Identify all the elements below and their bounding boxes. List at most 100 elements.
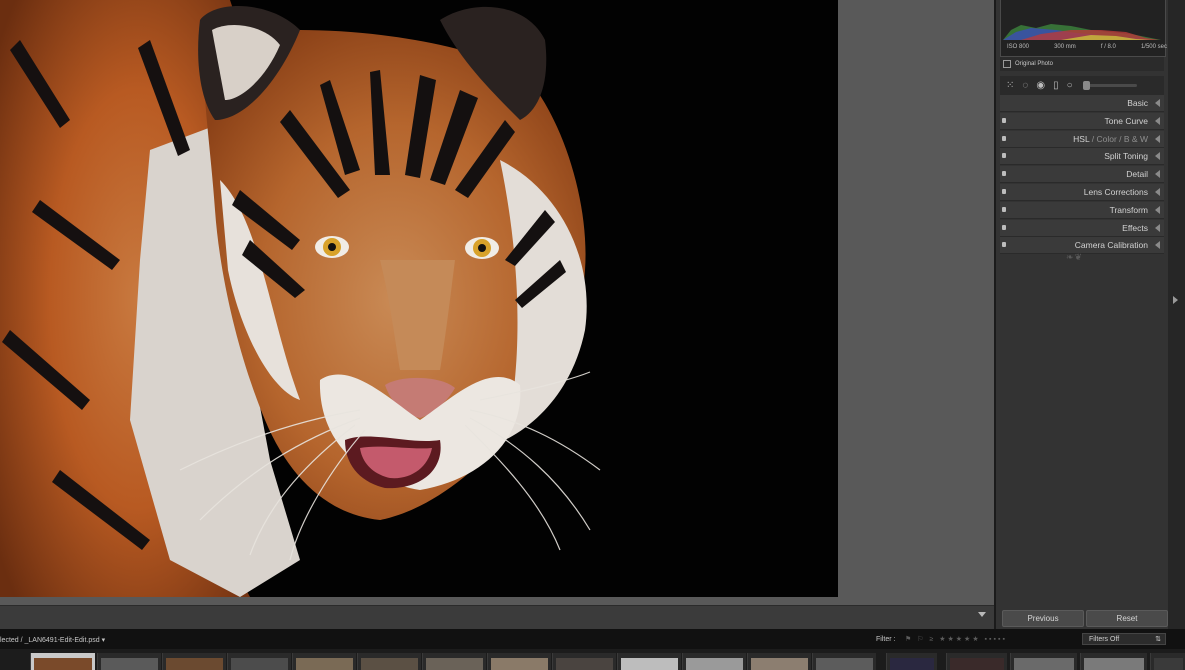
panel-switch-icon[interactable]	[1002, 153, 1006, 159]
collapse-triangle-icon[interactable]	[1155, 116, 1160, 125]
histogram-graph	[1003, 24, 1161, 40]
panel-effects-label: Effects	[1122, 222, 1148, 233]
filmstrip-thumbnail[interactable]	[682, 653, 746, 670]
panel-hsl[interactable]: HSL / Color / B & W	[1000, 130, 1164, 148]
reset-button[interactable]: Reset	[1086, 610, 1168, 627]
thumbnail-image	[751, 658, 808, 670]
hsl-separator: /	[1116, 133, 1124, 144]
thumbnail-image	[361, 658, 418, 670]
filmstrip-thumbnail[interactable]	[227, 653, 291, 670]
hsl-tab[interactable]: HSL	[1073, 134, 1089, 144]
filmstrip-thumbnail[interactable]	[617, 653, 681, 670]
collapse-triangle-icon[interactable]	[1155, 152, 1160, 161]
path-dropdown-icon[interactable]: ▾	[102, 637, 106, 644]
filmstrip-thumbnail[interactable]	[747, 653, 811, 670]
filmstrip-header: lected / _LAN6491-Edit-Edit.psd ▾ Filter…	[0, 629, 1185, 649]
filmstrip-thumbnail[interactable]	[30, 653, 95, 670]
collapse-triangle-icon[interactable]	[1155, 170, 1160, 179]
filmstrip-thumbnail[interactable]	[812, 653, 876, 670]
panel-split-toning[interactable]: Split Toning	[1000, 148, 1164, 166]
panel-switch-icon[interactable]	[1002, 117, 1006, 123]
thumbnail-image	[101, 658, 158, 670]
filmstrip-source-path[interactable]: lected / _LAN6491-Edit-Edit.psd ▾	[0, 636, 105, 644]
tiger-photo[interactable]	[0, 0, 838, 597]
thumbnail-image	[426, 658, 483, 670]
panel-lens-corrections-label: Lens Corrections	[1083, 186, 1148, 197]
panel-switch-icon[interactable]	[1002, 206, 1006, 212]
preview-area	[0, 0, 994, 605]
panel-switch-icon[interactable]	[1002, 188, 1006, 194]
filter-label: Filter :	[876, 636, 896, 643]
thumbnail-image	[816, 658, 873, 670]
histogram[interactable]: ISO 800 300 mm f / 8.0 1/500 sec	[1000, 0, 1167, 57]
shutter-value: 1/500 sec	[1140, 44, 1167, 50]
panel-switch-icon[interactable]	[1002, 171, 1006, 177]
thumbnail-image	[166, 658, 223, 670]
filmstrip-thumbnail[interactable]	[1080, 653, 1147, 670]
red-eye-icon[interactable]: ◉	[1036, 80, 1045, 91]
filmstrip-thumbnail[interactable]	[886, 653, 937, 670]
filter-rating-icons[interactable]: ⚑ ⚐ ≥ ★★★★★ ▪▪▪▪▪	[905, 635, 1007, 643]
panel-transform[interactable]: Transform	[1000, 201, 1164, 219]
original-photo-checkbox[interactable]	[1003, 60, 1011, 68]
graduated-filter-icon[interactable]: ▯	[1053, 80, 1059, 91]
collapse-triangle-icon[interactable]	[1155, 187, 1160, 196]
hsl-separator: /	[1089, 133, 1097, 144]
filmstrip-thumbnail[interactable]	[422, 653, 486, 670]
right-edge-rail[interactable]	[1168, 0, 1185, 629]
lightroom-develop-window: ISO 800 300 mm f / 8.0 1/500 sec Origina…	[0, 0, 1185, 670]
thumbnail-image	[686, 658, 743, 670]
panel-hsl-label: HSL / Color / B & W	[1073, 134, 1148, 144]
panel-buttons: Previous Reset	[996, 605, 1170, 629]
filmstrip-thumbnail[interactable]	[162, 653, 226, 670]
histogram-info: ISO 800 300 mm f / 8.0 1/500 sec	[1007, 44, 1167, 50]
tool-strip: ⁙ ◌ ◉ ▯ ○	[1000, 76, 1164, 95]
collapse-triangle-icon[interactable]	[1155, 223, 1160, 232]
filmstrip-thumbnail[interactable]	[292, 653, 356, 670]
crop-grid-icon[interactable]: ⁙	[1006, 80, 1014, 91]
previous-button[interactable]: Previous	[1002, 610, 1084, 627]
spot-removal-icon[interactable]: ◌	[1022, 80, 1028, 91]
filmstrip-thumbnail[interactable]	[552, 653, 616, 670]
thumbnail-image	[556, 658, 613, 670]
filters-switch-icon[interactable]: ⇅	[1155, 634, 1161, 646]
thumbnail-image	[950, 658, 1004, 670]
aperture-value: f / 8.0	[1100, 44, 1116, 50]
color-tab[interactable]: Color	[1097, 134, 1117, 144]
thumbnail-image	[1084, 658, 1144, 670]
adjustment-brush-slider[interactable]	[1082, 81, 1137, 90]
panel-switch-icon[interactable]	[1002, 242, 1006, 248]
original-photo-label: Original Photo	[1015, 61, 1054, 67]
original-photo-row[interactable]: Original Photo	[1000, 57, 1164, 71]
panel-basic[interactable]: Basic	[1000, 95, 1164, 112]
collapse-triangle-icon[interactable]	[1155, 134, 1160, 143]
panel-lens-corrections[interactable]: Lens Corrections	[1000, 183, 1164, 201]
collapse-triangle-icon[interactable]	[1155, 241, 1160, 250]
develop-panels: Basic Tone Curve HSL / Color / B & W Spl…	[1000, 95, 1164, 255]
thumbnail-image	[621, 658, 678, 670]
thumbnail-image	[296, 658, 353, 670]
filmstrip-thumbnail[interactable]	[487, 653, 551, 670]
panel-switch-icon[interactable]	[1002, 224, 1006, 230]
panel-switch-icon[interactable]	[1002, 135, 1006, 141]
panel-detail[interactable]: Detail	[1000, 166, 1164, 184]
collapse-triangle-icon[interactable]	[1155, 205, 1160, 214]
panel-effects[interactable]: Effects	[1000, 219, 1164, 237]
tiger-image	[0, 0, 838, 597]
filmstrip-thumbnail[interactable]	[357, 653, 421, 670]
thumbnail-image	[1154, 658, 1183, 670]
collapse-triangle-icon[interactable]	[1155, 99, 1160, 107]
source-path-text: lected / _LAN6491-Edit-Edit.psd	[0, 637, 100, 644]
toolbar-chevron-down-icon[interactable]	[978, 612, 986, 617]
panel-tone-curve[interactable]: Tone Curve	[1000, 112, 1164, 130]
panel-end-ornament-icon: ❧❦	[1066, 252, 1084, 262]
filmstrip-thumbnail[interactable]	[1150, 653, 1185, 670]
filmstrip-thumbnail[interactable]	[1010, 653, 1077, 670]
filmstrip-thumbnail[interactable]	[946, 653, 1007, 670]
radial-filter-icon[interactable]: ○	[1067, 80, 1073, 91]
filmstrip-thumbnail[interactable]	[97, 653, 161, 670]
right-panel: ISO 800 300 mm f / 8.0 1/500 sec Origina…	[994, 0, 1170, 629]
filters-dropdown[interactable]: Filters Off ⇅	[1082, 633, 1166, 645]
panel-expand-arrow-icon[interactable]	[1173, 296, 1178, 304]
bw-tab[interactable]: B & W	[1124, 134, 1148, 144]
